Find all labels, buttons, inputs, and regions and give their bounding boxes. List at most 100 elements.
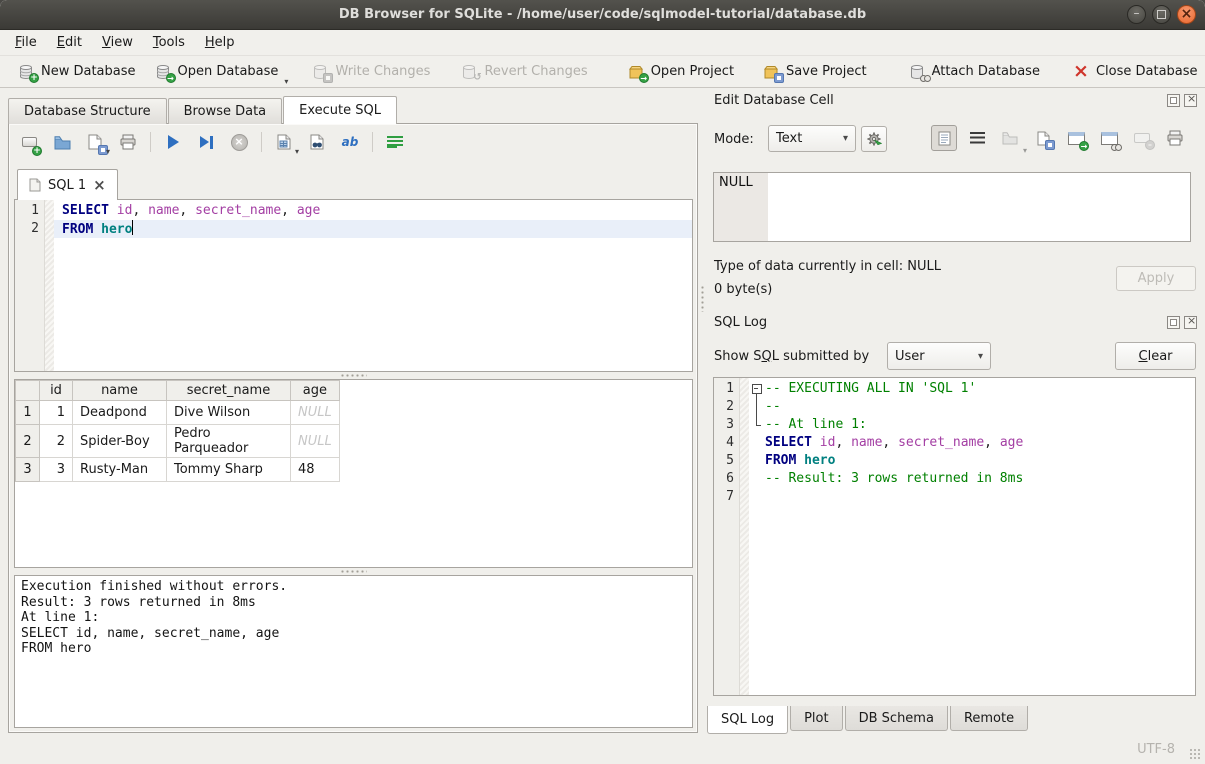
cell-age[interactable]: 48 (291, 458, 340, 482)
resize-grip[interactable] (1189, 748, 1202, 761)
row-header[interactable]: 2 (16, 425, 40, 458)
open-project-button[interactable]: Open Project (618, 59, 743, 84)
float-dock-icon[interactable] (1167, 94, 1180, 107)
cell-id[interactable]: 1 (40, 401, 73, 425)
cell-secret-name[interactable]: Tommy Sharp (167, 458, 291, 482)
format-sql-icon[interactable] (384, 132, 406, 152)
cell-age[interactable]: NULL (291, 401, 340, 425)
cell-name[interactable]: Spider-Boy (73, 425, 167, 458)
float-dock-icon[interactable] (1167, 316, 1180, 329)
new-sql-tab-icon[interactable] (18, 132, 40, 152)
column-header-name[interactable]: name (73, 381, 167, 401)
table-row: 1 1 Deadpond Dive Wilson NULL (16, 401, 340, 425)
sql-log-view[interactable]: 1 2 3 4 5 6 7 -- EXECUTING ALL IN 'SQL 1… (713, 377, 1196, 696)
fold-line (749, 398, 765, 416)
results-message-splitter[interactable] (14, 568, 693, 575)
close-button[interactable] (1177, 5, 1196, 24)
close-dock-icon[interactable] (1184, 316, 1197, 329)
tab-db-schema[interactable]: DB Schema (845, 706, 948, 731)
revert-changes-button[interactable]: Revert Changes (451, 59, 596, 84)
set-null-icon[interactable] (1129, 125, 1155, 151)
sql1-tab-close-button[interactable] (93, 179, 106, 191)
print-icon[interactable] (117, 132, 139, 152)
tab-sql-log[interactable]: SQL Log (707, 706, 788, 734)
sql1-tab[interactable]: SQL 1 (17, 169, 118, 200)
database-close-icon (1072, 63, 1090, 80)
print-icon[interactable] (1162, 125, 1188, 151)
open-database-button[interactable]: Open Database (145, 59, 288, 84)
editor-code-area[interactable]: SELECT id, name, secret_name, age FROM h… (54, 200, 692, 371)
cell-name[interactable]: Rusty-Man (73, 458, 167, 482)
execution-message-panel[interactable]: Execution finished without errors. Resul… (14, 575, 693, 728)
fold-collapse-icon[interactable] (749, 380, 765, 398)
menu-edit[interactable]: Edit (47, 32, 92, 53)
close-dock-icon[interactable] (1184, 94, 1197, 107)
fold-spacer (749, 470, 765, 488)
tab-execute-sql[interactable]: Execute SQL (283, 96, 397, 124)
cell-secret-name[interactable]: Dive Wilson (167, 401, 291, 425)
find-icon[interactable] (306, 132, 328, 152)
tab-plot[interactable]: Plot (790, 706, 843, 731)
open-external-icon[interactable] (1063, 125, 1089, 151)
open-database-dropdown-caret[interactable] (284, 77, 288, 86)
menu-file[interactable]: File (5, 32, 47, 53)
write-changes-button[interactable]: Write Changes (302, 59, 439, 84)
revert-changes-label: Revert Changes (484, 64, 587, 79)
copy-link-icon[interactable] (1096, 125, 1122, 151)
results-panel: id name secret_name age 1 1 Deadpond Div… (14, 379, 693, 568)
row-header[interactable]: 3 (16, 458, 40, 482)
row-header[interactable]: 1 (16, 401, 40, 425)
word-wrap-icon[interactable] (964, 125, 990, 151)
sql-log-dock-buttons (1167, 316, 1197, 329)
menu-tools[interactable]: Tools (143, 32, 195, 53)
tab-browse-data[interactable]: Browse Data (168, 98, 283, 124)
export-data-icon[interactable] (1030, 125, 1056, 151)
export-results-icon[interactable] (273, 132, 295, 152)
column-header-secret-name[interactable]: secret_name (167, 381, 291, 401)
dock-tab-bar: SQL Log Plot DB Schema Remote (707, 706, 1030, 734)
cell-id[interactable]: 3 (40, 458, 73, 482)
log-line: FROM hero (749, 452, 1195, 470)
stop-icon[interactable] (228, 132, 250, 152)
column-header-id[interactable]: id (40, 381, 73, 401)
cell-type-info: Type of data currently in cell: NULL (714, 259, 941, 274)
cell-name[interactable]: Deadpond (73, 401, 167, 425)
text-mode-icon[interactable] (931, 125, 957, 151)
sql-editor[interactable]: 1 2 SELECT id, name, secret_name, age FR… (14, 199, 693, 372)
open-database-label: Open Database (178, 64, 279, 79)
column-header-age[interactable]: age (291, 381, 340, 401)
attach-database-button[interactable]: Attach Database (899, 59, 1049, 84)
replace-icon[interactable] (339, 132, 361, 152)
apply-settings-button[interactable] (861, 126, 887, 152)
tab-database-structure[interactable]: Database Structure (8, 98, 167, 124)
menu-help[interactable]: Help (195, 32, 245, 53)
close-database-button[interactable]: Close Database (1063, 59, 1205, 84)
new-database-button[interactable]: New Database (8, 59, 145, 84)
tab-remote[interactable]: Remote (950, 706, 1028, 731)
cell-secret-name[interactable]: Pedro Parqueador (167, 425, 291, 458)
import-data-icon[interactable] (997, 125, 1023, 151)
editor-results-splitter[interactable] (14, 372, 693, 379)
save-project-button[interactable]: Save Project (753, 59, 876, 84)
menu-view[interactable]: View (92, 32, 143, 53)
panel-splitter[interactable] (698, 90, 707, 756)
editor-line-2: FROM hero (54, 220, 692, 238)
clear-log-button[interactable]: Clear (1115, 342, 1196, 370)
save-sql-file-icon[interactable] (84, 132, 106, 152)
message-line: Execution finished without errors. (21, 579, 686, 595)
execute-current-line-icon[interactable] (195, 132, 217, 152)
filter-select-value: User (895, 349, 925, 364)
cell-age[interactable]: NULL (291, 425, 340, 458)
message-line: At line 1: (21, 610, 686, 626)
cell-editor[interactable]: NULL (713, 172, 1191, 242)
line-number: 2 (714, 398, 734, 416)
cell-id[interactable]: 2 (40, 425, 73, 458)
minimize-button[interactable] (1127, 5, 1146, 24)
maximize-button[interactable] (1152, 5, 1171, 24)
mode-select[interactable]: Text (768, 125, 856, 152)
open-sql-file-icon[interactable] (51, 132, 73, 152)
execute-all-icon[interactable] (162, 132, 184, 152)
sql-log-filter-select[interactable]: User (887, 342, 991, 370)
tab-label: Remote (964, 711, 1014, 726)
apply-button[interactable]: Apply (1116, 266, 1196, 291)
